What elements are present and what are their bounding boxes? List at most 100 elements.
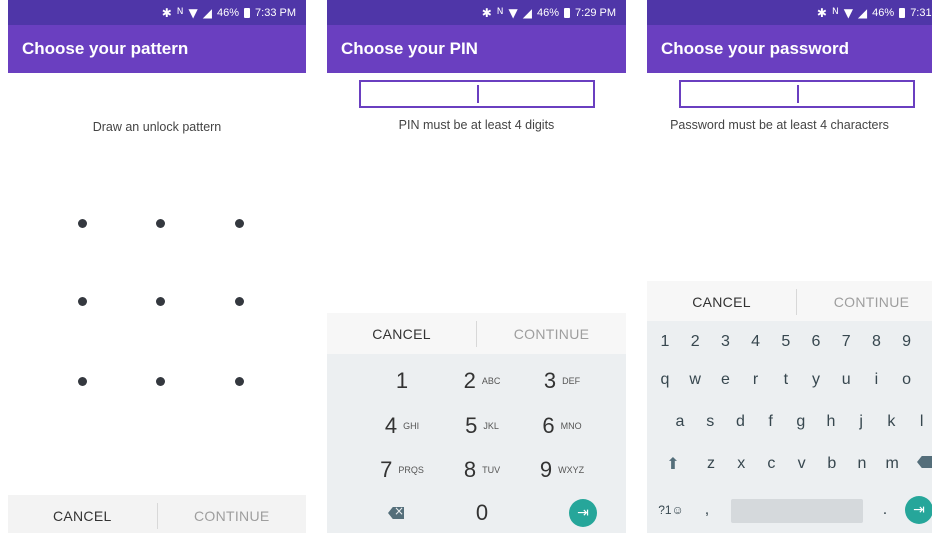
battery-icon <box>244 7 251 18</box>
key-z[interactable]: z <box>697 445 725 483</box>
key-x[interactable]: x <box>727 445 755 483</box>
key-i[interactable]: i <box>862 361 890 399</box>
key-3[interactable]: 3 DEF <box>527 359 597 403</box>
key-g[interactable]: g <box>787 403 815 441</box>
key-8[interactable]: 8 TUV <box>447 448 517 492</box>
backspace-icon <box>388 507 404 519</box>
bluetooth-icon: ✱ <box>816 5 827 20</box>
key-v[interactable]: v <box>788 445 816 483</box>
key-a[interactable]: a <box>666 403 694 441</box>
key-digit: 3 <box>543 368 557 393</box>
key-0[interactable]: 0 <box>923 323 932 361</box>
key-t[interactable]: t <box>772 361 800 399</box>
key-digit: 6 <box>542 413 555 438</box>
page-title: Choose your pattern <box>22 39 189 58</box>
key-y[interactable]: y <box>802 361 830 399</box>
continue-button[interactable]: CONTINUE <box>158 508 307 524</box>
button-bar: CANCEL CONTINUE <box>647 281 932 323</box>
battery-icon <box>899 7 906 18</box>
key-9[interactable]: 9 WXYZ <box>527 448 597 492</box>
comma-key[interactable]: , <box>693 491 721 529</box>
key-1[interactable]: 1 <box>651 323 679 361</box>
key-s[interactable]: s <box>696 403 724 441</box>
clock: 7:33 PM <box>255 6 296 19</box>
bluetooth-icon: ✱ <box>481 5 492 20</box>
key-digit: 9 <box>539 457 553 482</box>
pattern-dot[interactable] <box>235 377 244 386</box>
key-q[interactable]: q <box>651 361 679 399</box>
key-h[interactable]: h <box>817 403 845 441</box>
pattern-dot[interactable] <box>235 297 244 306</box>
wifi-icon: ▼ <box>188 5 198 20</box>
key-6[interactable]: 6 <box>802 323 830 361</box>
key-p[interactable]: p <box>923 361 932 399</box>
shift-key[interactable]: ⬆ <box>659 445 687 483</box>
key-8[interactable]: 8 <box>862 323 890 361</box>
pattern-dot[interactable] <box>156 377 165 386</box>
pattern-dot[interactable] <box>78 377 87 386</box>
next-icon: ⇥ <box>905 496 932 524</box>
key-backspace[interactable] <box>374 491 418 533</box>
key-9[interactable]: 9 <box>893 323 921 361</box>
cancel-button[interactable]: CANCEL <box>327 326 476 342</box>
status-bar: ✱ N ▼ ◢ 46% 7:31 P <box>647 0 932 25</box>
key-j[interactable]: j <box>847 403 875 441</box>
key-1[interactable]: 1 <box>367 359 437 403</box>
key-digit: 1 <box>395 368 409 393</box>
backspace-icon <box>917 456 932 468</box>
key-f[interactable]: f <box>757 403 785 441</box>
password-hint: Password must be at least 4 characters <box>670 118 889 132</box>
shift-icon: ⬆ <box>666 454 680 473</box>
cancel-button[interactable]: CANCEL <box>647 294 796 310</box>
key-r[interactable]: r <box>742 361 770 399</box>
period-key[interactable]: . <box>871 491 899 529</box>
key-k[interactable]: k <box>877 403 905 441</box>
key-next[interactable]: ⇥ <box>561 491 605 533</box>
symbols-key[interactable]: ?1☺ <box>652 491 690 529</box>
key-5[interactable]: 5 <box>772 323 800 361</box>
key-4[interactable]: 4 <box>742 323 770 361</box>
key-digit: 7 <box>380 457 393 482</box>
signal-icon: ◢ <box>522 5 532 20</box>
key-m[interactable]: m <box>878 445 906 483</box>
key-3[interactable]: 3 <box>711 323 739 361</box>
pattern-dot[interactable] <box>78 297 87 306</box>
pattern-dot[interactable] <box>78 219 87 228</box>
key-2[interactable]: 2 <box>681 323 709 361</box>
password-input[interactable] <box>679 80 915 108</box>
key-e[interactable]: e <box>711 361 739 399</box>
qwerty-keyboard: ⬆ ?1☺ , . ⇥ 1234567890 qwertyuiop asdfghjk… <box>647 321 932 533</box>
pattern-dot[interactable] <box>156 219 165 228</box>
cancel-button[interactable]: CANCEL <box>8 508 157 524</box>
key-6[interactable]: 6 MNO <box>527 404 597 448</box>
pattern-dot[interactable] <box>235 219 244 228</box>
wifi-icon: ▼ <box>843 5 853 20</box>
clock: 7:31 P <box>910 6 932 19</box>
pattern-dot[interactable] <box>156 297 165 306</box>
key-n[interactable]: n <box>848 445 876 483</box>
signal-icon: ◢ <box>857 5 868 20</box>
key-4[interactable]: 4 GHI <box>367 404 437 448</box>
button-bar: CANCEL CONTINUE <box>327 313 626 355</box>
pin-screen: ✱ N ▼ ◢ 46% 7:29 PM Choose your PIN PIN … <box>327 0 626 533</box>
key-2[interactable]: 2 ABC <box>447 359 517 403</box>
key-o[interactable]: o <box>893 361 921 399</box>
key-letters: JKL <box>483 421 499 431</box>
key-7[interactable]: 7 PRQS <box>367 448 437 492</box>
next-icon: ⇥ <box>569 499 597 527</box>
key-w[interactable]: w <box>681 361 709 399</box>
key-0[interactable]: 0 <box>447 491 517 533</box>
continue-button[interactable]: CONTINUE <box>797 294 932 310</box>
key-backspace[interactable] <box>911 445 932 483</box>
key-u[interactable]: u <box>832 361 860 399</box>
key-7[interactable]: 7 <box>832 323 860 361</box>
pin-input[interactable] <box>359 80 595 108</box>
key-b[interactable]: b <box>818 445 846 483</box>
key-next[interactable]: ⇥ <box>905 491 932 529</box>
space-bar[interactable] <box>731 499 863 523</box>
key-l[interactable]: l <box>908 403 932 441</box>
key-5[interactable]: 5 JKL <box>447 404 517 448</box>
key-d[interactable]: d <box>726 403 754 441</box>
key-c[interactable]: c <box>757 445 785 483</box>
continue-button[interactable]: CONTINUE <box>477 326 626 342</box>
